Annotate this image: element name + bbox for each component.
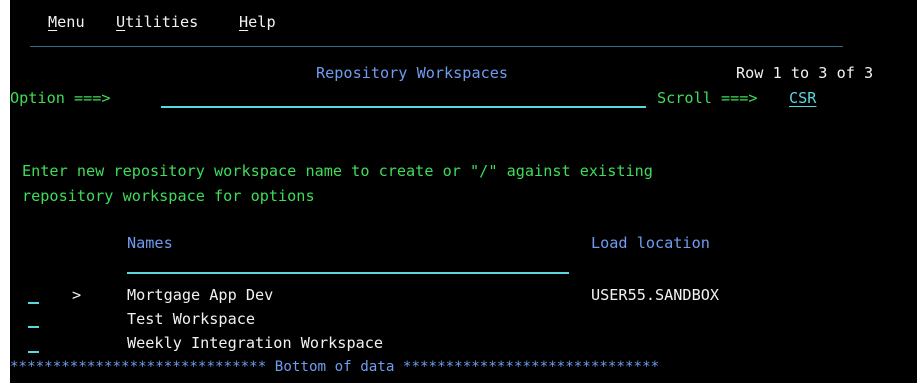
option-input[interactable] [161, 88, 646, 108]
workspace-name[interactable]: Weekly Integration Workspace [127, 333, 383, 353]
row-select-field[interactable] [28, 302, 39, 304]
instruction-line-2: repository workspace for options [22, 187, 315, 205]
new-workspace-name-input[interactable] [127, 272, 569, 274]
row-select-field[interactable] [28, 351, 39, 353]
workspace-name[interactable]: Test Workspace [127, 309, 255, 329]
option-label: Option ===> [10, 89, 111, 107]
menu-divider [30, 46, 843, 47]
load-location: USER55.SANDBOX [591, 286, 720, 304]
instruction-line-1: Enter new repository workspace name to c… [22, 162, 653, 180]
column-header-load-location: Load location [591, 234, 710, 252]
menu-item-utilities[interactable]: Utilities [116, 12, 198, 32]
menu-item-menu[interactable]: Menu [48, 12, 85, 32]
row-cursor-indicator: > [72, 286, 82, 304]
workspace-name[interactable]: Mortgage App Dev [127, 285, 273, 305]
row-select-field[interactable] [28, 326, 39, 328]
terminal-screen: Menu Utilities Help Repository Workspace… [10, 0, 917, 383]
scroll-label: Scroll ===> [657, 89, 758, 107]
menu-item-help[interactable]: Help [239, 12, 276, 32]
row-indicator: Row 1 to 3 of 3 [736, 64, 874, 82]
page-title: Repository Workspaces [316, 64, 509, 82]
scroll-input[interactable]: CSR [789, 88, 816, 108]
column-header-names: Names [127, 234, 173, 252]
option-input-underline [161, 106, 646, 108]
bottom-of-data-marker: ****************************** Bottom of… [10, 359, 660, 375]
